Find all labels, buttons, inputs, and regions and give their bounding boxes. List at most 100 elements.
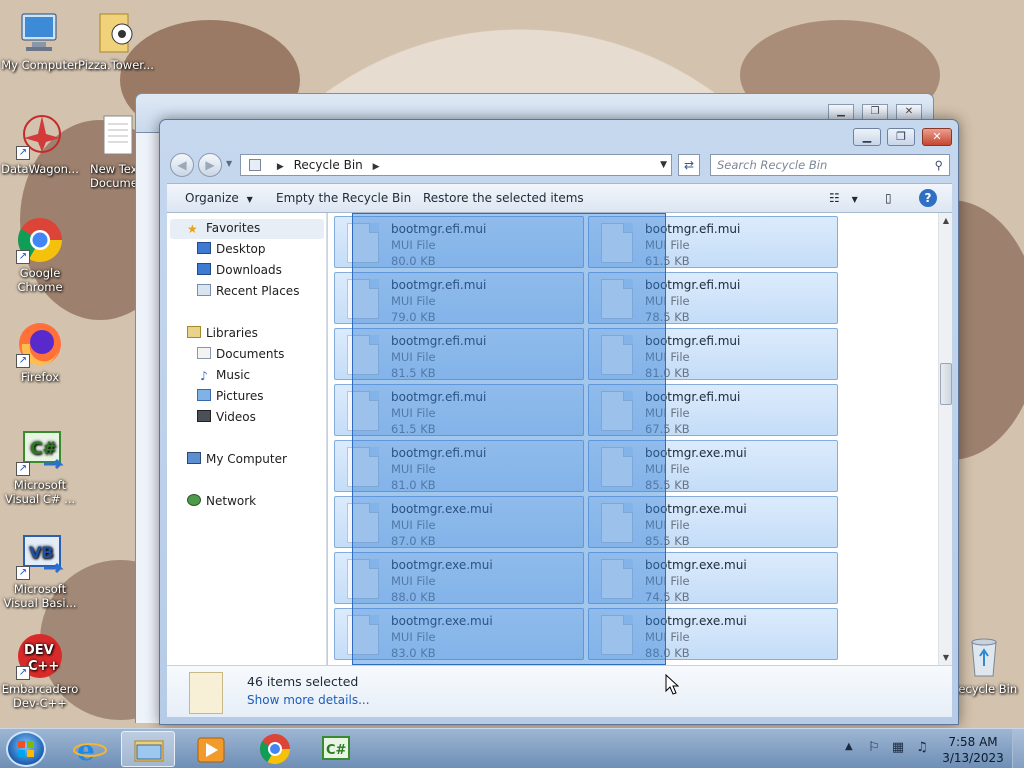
datawagon-icon: ↗: [16, 112, 64, 160]
minimize-button[interactable]: ▁: [853, 128, 881, 146]
breadcrumb-location[interactable]: Recycle Bin: [294, 158, 363, 172]
desktop-icon-google-chrome[interactable]: ↗ Google Chrome: [0, 216, 80, 294]
windows-logo-icon: [18, 741, 34, 757]
address-dropdown-icon[interactable]: ▼: [660, 155, 667, 175]
nav-label: Music: [216, 368, 251, 382]
nav-label: Desktop: [216, 242, 266, 256]
help-icon[interactable]: ?: [919, 189, 937, 207]
svg-text:C#: C#: [30, 439, 57, 459]
recent-places-icon: [197, 284, 211, 296]
nav-downloads[interactable]: Downloads: [197, 263, 282, 277]
nav-desktop[interactable]: Desktop: [197, 242, 266, 256]
recycle-bin-icon: [960, 632, 1008, 680]
clock-time[interactable]: 7:58 AM: [940, 735, 1006, 749]
scroll-down-icon[interactable]: ▼: [939, 653, 953, 662]
show-more-details-link[interactable]: Show more details...: [247, 693, 370, 707]
desktop-icon-my-computer[interactable]: My Computer: [0, 8, 80, 72]
maximize-button[interactable]: ❐: [887, 128, 915, 146]
recycle-bin-small-icon: [249, 159, 261, 171]
preview-pane-button[interactable]: ▯: [885, 191, 892, 205]
nav-libraries[interactable]: Libraries: [187, 326, 258, 340]
desktop-icon-label: Firefox: [20, 370, 60, 384]
navigation-pane: ★ Favorites Desktop Downloads Recent Plac…: [167, 213, 327, 665]
taskbar-chrome[interactable]: [248, 731, 302, 767]
desktop-icon-pizza-tower[interactable]: Pizza.Tower...: [76, 8, 156, 72]
desktop-icon-datawagon[interactable]: ↗ DataWagon...: [0, 112, 80, 176]
nav-label: My Computer: [206, 452, 287, 466]
maximize-button[interactable]: ❐: [862, 104, 888, 120]
documents-icon: [197, 347, 211, 359]
taskbar: e C# ▲ ⚐ ▦ ♫ 7:58 AM 3/13/2023: [0, 728, 1024, 768]
nav-music[interactable]: ♪ Music: [197, 368, 251, 383]
taskbar-internet-explorer[interactable]: e: [63, 731, 117, 767]
forward-button[interactable]: ▶: [198, 153, 222, 177]
show-desktop-button[interactable]: [1012, 729, 1024, 768]
address-bar[interactable]: ▶ Recycle Bin ▶ ▼: [240, 154, 672, 176]
desktop-icon-visual-basic[interactable]: VB ↗ Microsoft Visual Basi...: [0, 532, 80, 610]
volume-icon[interactable]: ♫: [914, 740, 930, 756]
restore-selected-button[interactable]: Restore the selected items: [423, 191, 584, 205]
mouse-cursor-icon: [665, 674, 679, 695]
show-hidden-icons-button[interactable]: ▲: [845, 741, 853, 752]
minimize-button[interactable]: ▁: [828, 104, 854, 120]
nav-label: Favorites: [206, 221, 261, 235]
network-status-icon[interactable]: ▦: [890, 740, 906, 756]
search-placeholder: Search Recycle Bin: [717, 158, 828, 172]
desktop-icon-label: My Computer: [1, 58, 79, 72]
close-button[interactable]: ✕: [922, 128, 952, 146]
desktop-icon-dev-cpp[interactable]: DEV C++ ↗ Embarcadero Dev-C++: [0, 632, 80, 710]
desktop-icon: [197, 242, 211, 254]
file-list[interactable]: bootmgr.efi.mui MUI File 80.0 KB bootmgr.ef…: [328, 213, 938, 665]
empty-recycle-bin-button[interactable]: Empty the Recycle Bin: [276, 191, 411, 205]
nav-pictures[interactable]: Pictures: [197, 389, 264, 403]
clock-date[interactable]: 3/13/2023: [940, 751, 1006, 765]
internet-explorer-icon: e: [73, 734, 107, 767]
change-view-button[interactable]: ☷ ▼: [829, 191, 858, 205]
refresh-button[interactable]: ⇄: [678, 154, 700, 176]
start-button[interactable]: [6, 731, 46, 767]
recent-pages-dropdown[interactable]: ▼: [226, 159, 232, 168]
nav-label: Recent Places: [216, 284, 300, 298]
computer-icon: [187, 452, 201, 464]
videos-icon: [197, 410, 211, 422]
breadcrumb-chevron-icon[interactable]: ▶: [373, 162, 380, 172]
shortcut-arrow-icon: ↗: [16, 354, 30, 368]
nav-my-computer[interactable]: My Computer: [187, 452, 287, 466]
desktop-icon-visual-csharp[interactable]: C# ↗ Microsoft Visual C# ...: [0, 428, 80, 506]
desktop-icon-label: Pizza.Tower...: [78, 58, 154, 72]
desktop-icon-firefox[interactable]: ↗ Firefox: [0, 320, 80, 384]
star-icon: ★: [187, 222, 198, 236]
taskbar-windows-explorer[interactable]: [121, 731, 175, 767]
taskbar-media-player[interactable]: [184, 731, 238, 767]
search-icon[interactable]: ⚲: [935, 155, 943, 175]
scroll-up-icon[interactable]: ▲: [939, 216, 953, 225]
nav-favorites[interactable]: ★ Favorites: [187, 221, 261, 236]
nav-label: Downloads: [216, 263, 282, 277]
nav-label: Pictures: [216, 389, 264, 403]
recycle-bin-window[interactable]: ▁ ❐ ✕ ◀ ▶ ▼ ▶ Recycle Bin ▶ ▼ ⇄ Search R…: [159, 119, 959, 725]
selection-rectangle: [352, 213, 666, 665]
file-icon: [189, 672, 223, 714]
nav-videos[interactable]: Videos: [197, 410, 256, 424]
scrollbar-thumb[interactable]: [940, 363, 952, 405]
nav-recent-places[interactable]: Recent Places: [197, 284, 299, 298]
svg-text:e: e: [77, 734, 95, 767]
shortcut-arrow-icon: ↗: [16, 566, 30, 580]
nav-documents[interactable]: Documents: [197, 347, 284, 361]
libraries-icon: [187, 326, 201, 338]
close-button[interactable]: ✕: [896, 104, 922, 120]
vertical-scrollbar[interactable]: ▲ ▼: [938, 213, 952, 665]
media-player-icon: [197, 737, 225, 763]
chevron-down-icon: ▼: [851, 195, 858, 204]
computer-icon: [16, 8, 64, 56]
command-bar: Organize ▼ Empty the Recycle Bin Restore…: [167, 183, 952, 213]
organize-button[interactable]: Organize ▼: [185, 191, 253, 205]
action-center-icon[interactable]: ⚐: [866, 740, 882, 756]
taskbar-visual-csharp[interactable]: C#: [309, 731, 363, 767]
firefox-icon: ↗: [16, 320, 64, 368]
back-button[interactable]: ◀: [170, 153, 194, 177]
nav-network[interactable]: Network: [187, 494, 256, 508]
chrome-icon: ↗: [16, 216, 64, 264]
breadcrumb-chevron-icon[interactable]: ▶: [277, 162, 284, 172]
search-input[interactable]: Search Recycle Bin ⚲: [710, 154, 950, 176]
